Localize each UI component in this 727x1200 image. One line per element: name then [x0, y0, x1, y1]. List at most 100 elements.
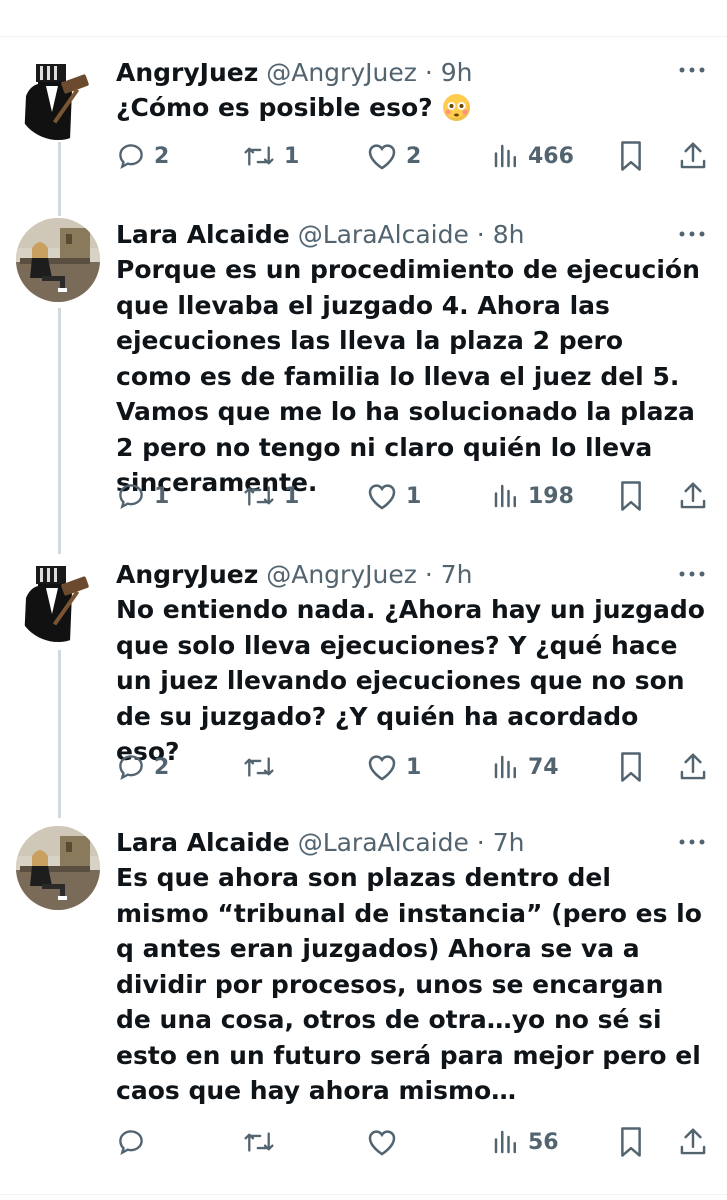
timestamp[interactable]: · 7h — [425, 560, 473, 589]
tweet-header: AngryJuez @AngryJuez · 9h — [116, 56, 667, 92]
views-icon — [494, 1130, 516, 1154]
views-button[interactable]: 56 — [492, 1122, 559, 1162]
tweet-text: No entiendo nada. ¿Ahora hay un juzgado … — [116, 595, 705, 766]
reply-button[interactable]: 2 — [116, 747, 169, 787]
views-button[interactable]: 74 — [492, 747, 559, 787]
avatar[interactable] — [16, 56, 100, 140]
avatar[interactable] — [16, 558, 100, 642]
more-icon[interactable] — [677, 566, 707, 582]
retweet-icon — [244, 757, 274, 777]
author-handle[interactable]: @AngryJuez — [266, 560, 417, 589]
tweet-actions: 56 — [116, 1122, 712, 1162]
reply-button[interactable] — [116, 1122, 154, 1162]
reply-button[interactable]: 1 — [116, 476, 169, 516]
reply-icon — [119, 484, 143, 510]
like-button[interactable]: 2 — [366, 136, 421, 176]
author-handle[interactable]: @LaraAlcaide — [298, 220, 469, 249]
reply-icon — [119, 1130, 143, 1156]
author-name[interactable]: AngryJuez — [116, 58, 258, 87]
like-button[interactable]: 1 — [366, 747, 421, 787]
tweet-actions: 1 1 1 198 — [116, 476, 712, 516]
bookmark-button[interactable] — [618, 136, 644, 176]
views-button[interactable]: 466 — [492, 136, 574, 176]
more-icon[interactable] — [677, 834, 707, 850]
author-handle[interactable]: @LaraAlcaide — [298, 828, 469, 857]
reply-count: 1 — [154, 483, 170, 509]
like-button[interactable] — [366, 1122, 406, 1162]
flushed-face-emoji — [443, 94, 471, 121]
tweet-text-content: ¿Cómo es posible eso? — [116, 93, 433, 122]
bookmark-icon — [621, 1127, 641, 1157]
retweet-button[interactable]: 1 — [242, 136, 299, 176]
view-count: 56 — [528, 1129, 559, 1155]
tweet-header: AngryJuez @AngryJuez · 7h — [116, 558, 667, 594]
share-icon — [680, 142, 706, 169]
like-count: 1 — [406, 754, 422, 780]
like-icon — [368, 1130, 396, 1156]
tweet[interactable]: AngryJuez @AngryJuez · 9h ¿Cómo es posib… — [0, 56, 727, 196]
retweet-button[interactable] — [242, 747, 284, 787]
tweet[interactable]: Lara Alcaide @LaraAlcaide · 8h Porque es… — [0, 218, 727, 538]
share-icon — [680, 1128, 706, 1155]
judge-avatar-image — [16, 56, 100, 140]
author-name[interactable]: Lara Alcaide — [116, 220, 290, 249]
more-icon[interactable] — [677, 62, 707, 78]
share-button[interactable] — [678, 747, 708, 787]
bookmark-button[interactable] — [618, 747, 644, 787]
lara-avatar-image — [16, 826, 100, 910]
author-name[interactable]: AngryJuez — [116, 560, 258, 589]
tweet[interactable]: Lara Alcaide @LaraAlcaide · 7h Es que ah… — [0, 826, 727, 1176]
reply-icon — [119, 144, 143, 170]
author-handle[interactable]: @AngryJuez — [266, 58, 417, 87]
share-button[interactable] — [678, 136, 708, 176]
reply-icon — [119, 755, 143, 781]
retweet-icon — [244, 1132, 274, 1152]
like-icon — [368, 484, 396, 510]
lara-avatar-image — [16, 218, 100, 302]
more-icon[interactable] — [677, 226, 707, 242]
like-icon — [368, 755, 396, 781]
retweet-count: 1 — [284, 143, 300, 169]
view-count: 198 — [528, 483, 574, 509]
views-icon — [494, 144, 516, 168]
tweet-actions: 2 1 74 — [116, 747, 712, 787]
view-count: 466 — [528, 143, 574, 169]
bookmark-icon — [621, 752, 641, 782]
like-icon — [368, 144, 396, 170]
bookmark-button[interactable] — [618, 1122, 644, 1162]
top-divider — [0, 36, 727, 37]
share-button[interactable] — [678, 1122, 708, 1162]
bookmark-button[interactable] — [618, 476, 644, 516]
retweet-count: 1 — [284, 483, 300, 509]
tweet-header: Lara Alcaide @LaraAlcaide · 8h — [116, 218, 667, 254]
tweet-text: Porque es un procedimiento de ejecución … — [116, 255, 700, 497]
tweet-actions: 2 1 2 466 — [116, 136, 712, 176]
share-button[interactable] — [678, 476, 708, 516]
retweet-icon — [244, 146, 274, 166]
retweet-icon — [244, 486, 274, 506]
tweet-header: Lara Alcaide @LaraAlcaide · 7h — [116, 826, 667, 862]
author-name[interactable]: Lara Alcaide — [116, 828, 290, 857]
reply-button[interactable]: 2 — [116, 136, 169, 176]
bookmark-icon — [621, 141, 641, 171]
share-icon — [680, 482, 706, 509]
like-button[interactable]: 1 — [366, 476, 421, 516]
timestamp[interactable]: · 8h — [477, 220, 525, 249]
like-count: 2 — [406, 143, 422, 169]
bottom-divider — [0, 1194, 727, 1195]
tweet-text: ¿Cómo es posible eso? — [116, 90, 706, 126]
reply-count: 2 — [154, 143, 170, 169]
tweet-text: Es que ahora son plazas dentro del mismo… — [116, 863, 702, 1105]
views-button[interactable]: 198 — [492, 476, 574, 516]
timestamp[interactable]: · 9h — [425, 58, 473, 87]
views-icon — [494, 484, 516, 508]
view-count: 74 — [528, 754, 559, 780]
timestamp[interactable]: · 7h — [477, 828, 525, 857]
tweet[interactable]: AngryJuez @AngryJuez · 7h No entiendo na… — [0, 558, 727, 808]
bookmark-icon — [621, 481, 641, 511]
avatar[interactable] — [16, 826, 100, 910]
retweet-button[interactable]: 1 — [242, 476, 299, 516]
share-icon — [680, 753, 706, 780]
avatar[interactable] — [16, 218, 100, 302]
retweet-button[interactable] — [242, 1122, 284, 1162]
